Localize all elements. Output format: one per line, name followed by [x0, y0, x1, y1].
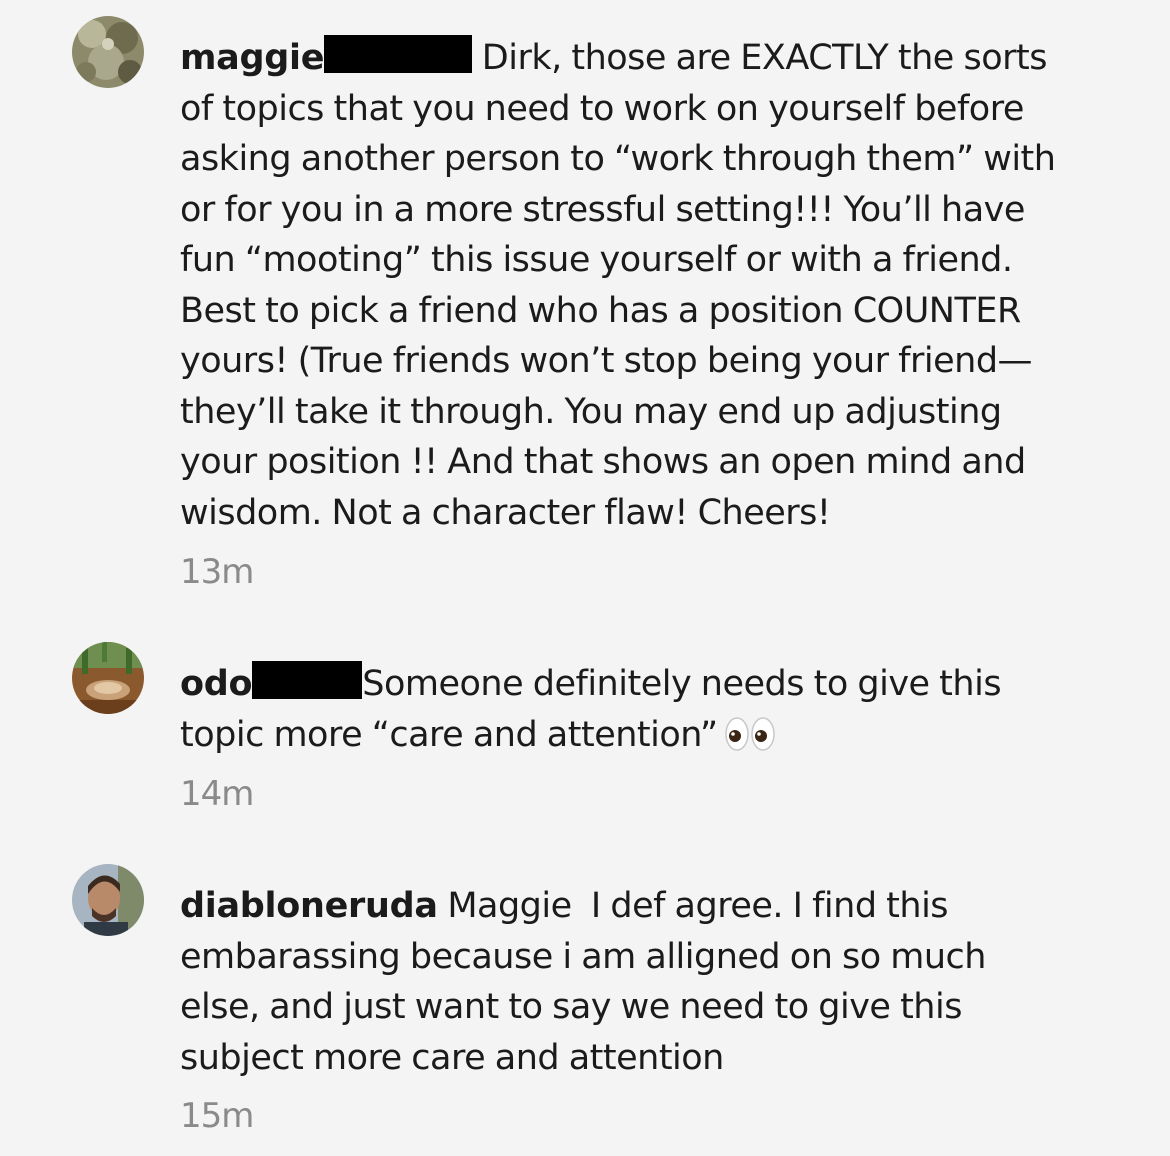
comment-text-line: topic more “care and attention” [180, 714, 718, 755]
cactus-photo-avatar-icon [72, 642, 144, 714]
comment-text-line: else, and just want to say we need to gi… [180, 987, 962, 1027]
comment-text-line: subject more care and attention [180, 1037, 724, 1078]
comment-username[interactable]: odo [180, 664, 253, 704]
comment-text-line: wisdom. Not a character flaw! Cheers! [180, 492, 831, 533]
comment-timestamp: 14m [180, 774, 254, 814]
avatar[interactable] [72, 864, 144, 936]
comment-text-line: fun “mooting” this issue yourself or wit… [180, 240, 1013, 280]
redaction-box [252, 661, 363, 699]
comment-text-line: your position !! And that shows an open … [180, 442, 1026, 482]
redaction-box [324, 35, 473, 73]
comment-body: odo Someone definitely needs to give this… [180, 659, 1100, 766]
avatar[interactable] [72, 642, 144, 714]
comment-text-line: Someone definitely needs to give this [362, 664, 1002, 704]
comment-text-line: embarassing because i am alligned on so … [180, 936, 986, 977]
moss-photo-avatar-icon [72, 16, 144, 88]
avatar[interactable] [72, 16, 144, 88]
comment-text-line: Dirk, those are EXACTLY the sorts [481, 38, 1048, 78]
comment-text-line: Maggie I def agree. I find this [447, 886, 949, 926]
comment-text-line: or for you in a more stressful setting!!… [180, 189, 1025, 230]
eyes-emoji-icon [724, 716, 776, 767]
comment-text-line: of topics that you need to work on yours… [180, 88, 1024, 129]
comment-text-line: they’ll take it through. You may end up … [180, 391, 1002, 432]
comment-text-line: Best to pick a friend who has a position… [180, 290, 1021, 331]
comment-text-line: asking another person to “work through t… [180, 139, 1056, 179]
comment-username[interactable]: maggie [180, 38, 324, 78]
comment-body: diabloneruda Maggie I def agree. I find … [180, 881, 1100, 1083]
comment-timestamp: 13m [180, 552, 254, 592]
comment-body: maggie Dirk, those are EXACTLY the sorts… [180, 33, 1100, 538]
person-photo-avatar-icon [72, 864, 144, 936]
comment-username[interactable]: diabloneruda [180, 886, 438, 926]
comment-timestamp: 15m [180, 1096, 254, 1136]
comment-text-line: yours! (True friends won’t stop being yo… [180, 341, 1033, 381]
